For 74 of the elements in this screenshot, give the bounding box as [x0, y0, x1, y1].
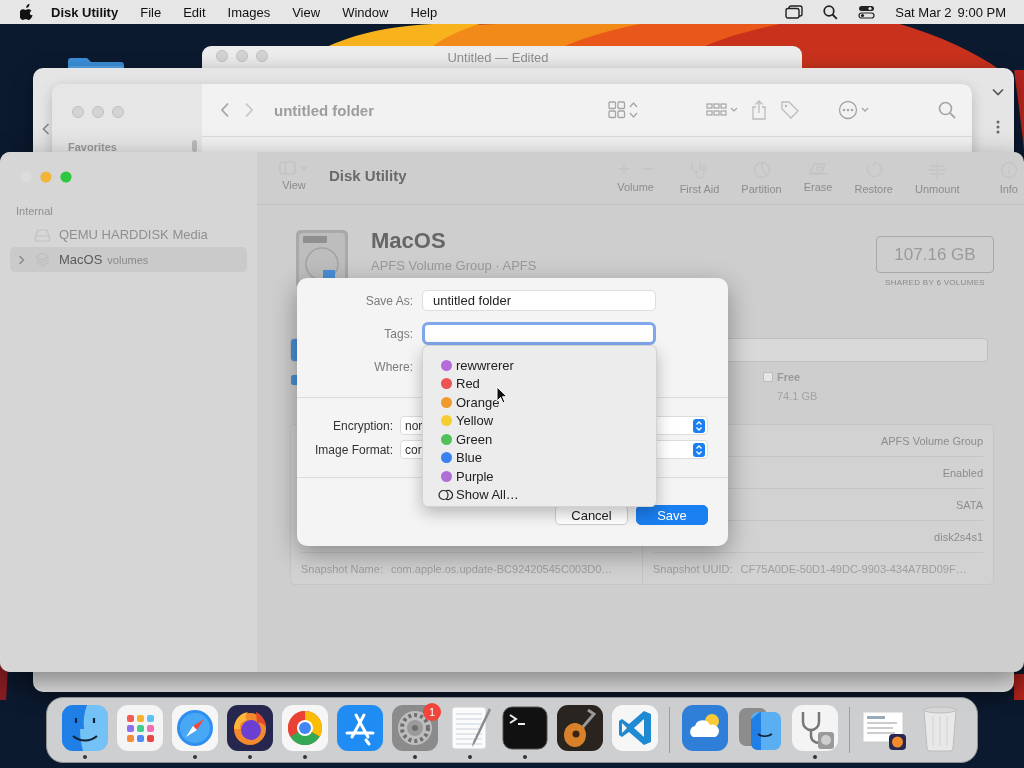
notification-badge: 1	[423, 703, 441, 721]
menu-bar-date[interactable]: Sat Mar 2	[895, 4, 952, 20]
fox-globe-icon[interactable]	[225, 704, 274, 752]
window-controls-icon	[20, 171, 72, 183]
a-shape-icon[interactable]	[335, 704, 384, 752]
window-title: untitled folder	[274, 101, 374, 119]
more-vertical-icon	[996, 120, 1000, 134]
info-value: SATA	[955, 498, 983, 511]
menu-item[interactable]: Window	[342, 4, 389, 20]
cloud-sun-icon[interactable]	[680, 704, 729, 752]
search-icon	[938, 101, 956, 119]
sidebar-heading: Favorites	[68, 141, 117, 153]
tag-icon	[780, 100, 800, 120]
grid-view-icon	[608, 101, 638, 119]
menu-bar-time[interactable]: 9:00 PM	[957, 4, 1006, 20]
tag-menu-item[interactable]: Blue	[441, 448, 656, 467]
app-menu[interactable]: Disk Utility	[51, 4, 119, 20]
more-icon	[838, 100, 870, 120]
tag-menu-item[interactable]: Show All…	[438, 485, 656, 504]
scroll-bar	[192, 140, 197, 152]
tag-menu-item[interactable]: Green	[441, 430, 656, 449]
item-name: MacOS	[59, 252, 103, 267]
back-icon	[220, 102, 230, 118]
info-value: disk2s4s1	[934, 530, 983, 543]
guitar-icon[interactable]	[555, 704, 604, 752]
menu-item[interactable]: Help	[410, 4, 438, 20]
stethoscope-icon[interactable]	[790, 704, 839, 752]
compass-icon[interactable]	[170, 704, 219, 752]
volume-name: MacOS	[371, 228, 447, 254]
terminal-icon[interactable]	[500, 704, 549, 752]
field-label: Image Format:	[313, 442, 393, 457]
save-button[interactable]: Save	[636, 505, 708, 525]
menu-item[interactable]: Edit	[183, 4, 206, 20]
chevron-down-icon	[992, 88, 1004, 96]
toggles-icon	[858, 5, 876, 19]
search-icon	[823, 4, 839, 20]
item-name: QEMU HARDDISK Media	[59, 227, 208, 242]
tag-menu-item[interactable]: rewwrerer	[441, 356, 656, 375]
tag-menu-item[interactable]: Yellow	[441, 411, 656, 430]
group-icon	[706, 103, 738, 117]
tag-menu-item[interactable]: Orange	[441, 393, 656, 412]
share-icon	[752, 100, 766, 120]
menu-item[interactable]: View	[292, 4, 321, 20]
name-field[interactable]: untitled folder	[422, 290, 656, 311]
code-editor-icon[interactable]	[610, 704, 659, 752]
field-label: Tags:	[383, 326, 413, 341]
field-label: Where:	[373, 359, 413, 374]
tag-menu-item[interactable]: Purple	[441, 467, 656, 486]
windows-icon	[785, 5, 804, 19]
smiling-face-icon[interactable]	[60, 704, 109, 752]
tags-field[interactable]	[422, 322, 656, 345]
info-value: Enabled	[942, 466, 983, 479]
chevron-right-icon	[17, 254, 26, 265]
window-controls-icon	[216, 50, 268, 62]
sidebar-section-heading: Internal	[16, 205, 54, 217]
sidebar-item[interactable]: MacOS volumes	[10, 247, 247, 272]
menu-item[interactable]: File	[140, 4, 162, 20]
legend-swatch	[763, 372, 773, 382]
window-title: Disk Utility	[329, 167, 407, 184]
forward-icon	[244, 102, 254, 118]
cancel-button[interactable]: Cancel	[555, 505, 628, 525]
tag-menu-item[interactable]: Red	[441, 374, 656, 393]
tags-icon	[438, 488, 454, 501]
field-label: Save As:	[364, 293, 413, 308]
apple-logo-icon	[20, 4, 34, 20]
chevron-left-icon	[42, 123, 50, 135]
field-label: Encryption:	[331, 418, 393, 433]
window-title: Untitled — Edited	[446, 50, 550, 65]
menu-item[interactable]: Images	[227, 4, 271, 20]
window-controls-icon	[72, 106, 124, 118]
item-detail: volumes	[107, 253, 149, 266]
gear-icon[interactable]	[390, 704, 439, 752]
info-value: APFS Volume Group	[880, 434, 983, 447]
app-grid-icon[interactable]	[115, 704, 164, 752]
